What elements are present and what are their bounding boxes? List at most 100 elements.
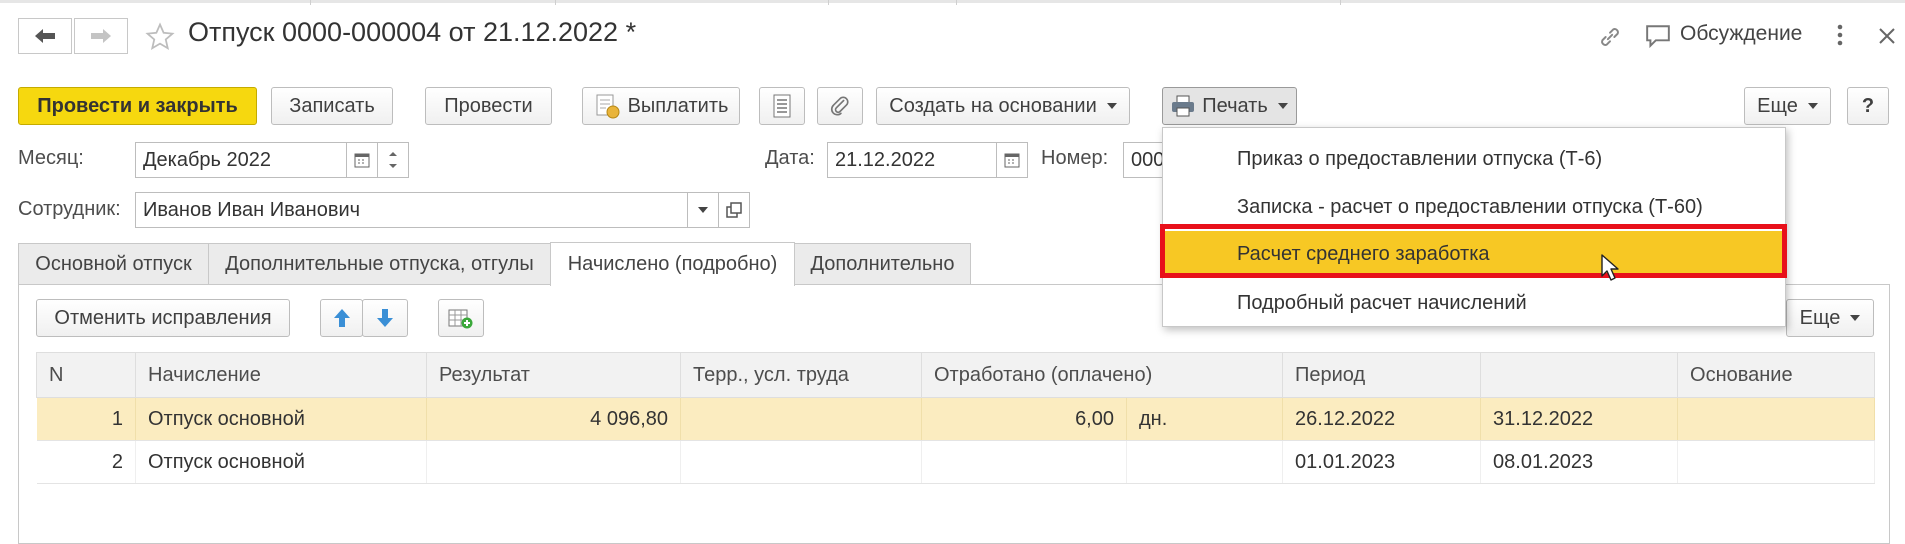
tab-additional[interactable]: Дополнительно: [794, 243, 971, 285]
employee-label: Сотрудник:: [18, 198, 121, 220]
row-period-from: 01.01.2023: [1282, 440, 1482, 484]
employee-open-button[interactable]: [718, 192, 750, 228]
page-title: Отпуск 0000-000004 от 21.12.2022 *: [188, 17, 637, 47]
row-result: 4 096,80: [426, 397, 681, 441]
pay-button[interactable]: Выплатить: [582, 87, 740, 125]
more-button[interactable]: Еще: [1744, 87, 1831, 125]
row-terr: [680, 440, 922, 484]
strip-divider: [310, 0, 311, 5]
dropdown-icon: [698, 207, 708, 213]
panel-more-label: Еще: [1799, 306, 1841, 329]
column-header-period[interactable]: Период: [1282, 352, 1482, 398]
row-period-to: 31.12.2022: [1480, 397, 1679, 441]
month-calendar-button[interactable]: [346, 142, 378, 178]
column-header-accrual[interactable]: Начисление: [135, 352, 427, 398]
help-button[interactable]: ?: [1847, 87, 1889, 125]
employee-dropdown-button[interactable]: [687, 192, 719, 228]
kebab-menu-icon[interactable]: [1836, 22, 1844, 54]
back-arrow-icon: [35, 29, 55, 43]
forward-button[interactable]: [74, 18, 128, 54]
create-based-on-button[interactable]: Создать на основании: [876, 87, 1130, 125]
row-accrual: Отпуск основной: [135, 440, 427, 484]
row-accrual: Отпуск основной: [135, 397, 427, 441]
column-header-terr[interactable]: Терр., усл. труда: [680, 352, 922, 398]
document-icon: [773, 94, 791, 118]
calendar-icon: [1004, 153, 1020, 168]
column-header-worked[interactable]: Отработано (оплачено): [920, 352, 1284, 398]
accruals-table: N Начисление Результат Терр., усл. труда…: [36, 352, 1876, 484]
arrow-up-icon: [333, 309, 350, 327]
row-basis: [1677, 440, 1876, 484]
date-label: Дата:: [765, 147, 815, 169]
table-header-row: N Начисление Результат Терр., усл. труда…: [36, 352, 1876, 398]
row-period-from: 26.12.2022: [1282, 397, 1482, 441]
panel-more-button[interactable]: Еще: [1786, 299, 1874, 337]
table-add-icon: [448, 309, 473, 329]
month-label: Месяц:: [18, 147, 84, 169]
cancel-corrections-button[interactable]: Отменить исправления: [36, 299, 290, 337]
chevron-down-icon: [1277, 103, 1288, 109]
row-unit: [1126, 440, 1284, 484]
row-result: [426, 440, 681, 484]
paperclip-icon: [830, 96, 849, 116]
chevron-down-icon: [1807, 103, 1818, 109]
move-up-button[interactable]: [320, 299, 363, 337]
strip-divider: [956, 0, 957, 5]
row-number: 2: [36, 440, 136, 484]
column-header-period-end[interactable]: [1480, 352, 1679, 398]
discussion-icon[interactable]: [1645, 24, 1671, 54]
menu-item-detailed-accruals[interactable]: Подробный расчет начислений: [1163, 280, 1785, 326]
month-spin-button[interactable]: [377, 142, 409, 178]
month-field[interactable]: Декабрь 2022: [135, 142, 347, 178]
print-button[interactable]: Печать: [1162, 87, 1297, 125]
column-header-n[interactable]: N: [36, 352, 136, 398]
employee-field[interactable]: Иванов Иван Иванович: [135, 192, 688, 228]
strip-divider: [1340, 0, 1341, 5]
more-label: Еще: [1757, 94, 1798, 117]
tab-accrued-detailed[interactable]: Начислено (подробно): [550, 242, 795, 286]
table-settings-button[interactable]: [438, 299, 484, 337]
row-worked: [921, 440, 1127, 484]
pay-icon: [596, 94, 620, 119]
mouse-cursor-icon: [1601, 254, 1621, 288]
row-number: 1: [36, 397, 136, 441]
column-header-result[interactable]: Результат: [426, 352, 681, 398]
calendar-icon: [354, 153, 370, 168]
pay-label: Выплатить: [627, 94, 729, 117]
chevron-down-icon: [1850, 315, 1861, 321]
discussion-link[interactable]: Обсуждение: [1680, 22, 1802, 46]
chevron-down-icon: [1106, 103, 1117, 109]
row-period-to: 08.01.2023: [1480, 440, 1679, 484]
row-terr: [680, 397, 922, 441]
table-row[interactable]: 1 Отпуск основной 4 096,80 6,00 дн. 26.1…: [36, 397, 1876, 441]
post-button[interactable]: Провести: [425, 87, 552, 125]
date-calendar-button[interactable]: [996, 142, 1028, 178]
menu-item-order-t6[interactable]: Приказ о предоставлении отпуска (Т-6): [1163, 136, 1785, 182]
move-down-button[interactable]: [362, 299, 408, 337]
link-icon[interactable]: [1596, 24, 1624, 56]
close-icon[interactable]: [1878, 27, 1896, 51]
post-and-close-button[interactable]: Провести и закрыть: [18, 87, 257, 125]
save-button[interactable]: Записать: [271, 87, 393, 125]
attach-button[interactable]: [817, 87, 863, 125]
tab-main-leave[interactable]: Основной отпуск: [18, 243, 209, 285]
row-worked: 6,00: [921, 397, 1127, 441]
create-based-on-label: Создать на основании: [889, 94, 1097, 117]
printer-icon: [1172, 95, 1195, 117]
tab-additional-leave[interactable]: Дополнительные отпуска, отгулы: [208, 243, 551, 285]
spin-icon: [389, 152, 397, 168]
favorite-star-icon[interactable]: [145, 22, 175, 58]
top-strip: [0, 0, 1905, 3]
highlight-outline: [1160, 224, 1787, 278]
number-label: Номер:: [1041, 147, 1109, 169]
table-row[interactable]: 2 Отпуск основной 01.01.2023 08.01.2023: [36, 440, 1876, 484]
date-field[interactable]: 21.12.2022: [827, 142, 997, 178]
open-icon: [726, 202, 742, 218]
row-unit: дн.: [1126, 397, 1284, 441]
column-header-basis[interactable]: Основание: [1677, 352, 1876, 398]
arrow-down-icon: [377, 309, 393, 327]
strip-divider: [555, 0, 556, 5]
back-button[interactable]: [18, 18, 72, 54]
row-basis: [1677, 397, 1876, 441]
document-button[interactable]: [759, 87, 805, 125]
